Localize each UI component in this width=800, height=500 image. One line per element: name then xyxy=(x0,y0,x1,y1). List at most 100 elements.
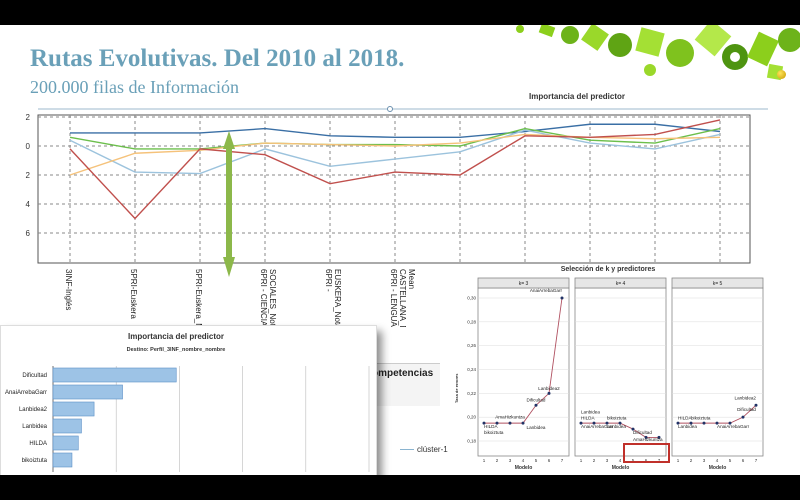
x-tick-label: 6PRI - LENGUA xyxy=(389,269,398,327)
selection-ylabel: Tasa de errores xyxy=(454,373,459,403)
importance-bar-chart: Importancia del predictor Destino: Perfi… xyxy=(5,332,370,472)
error-point xyxy=(560,296,564,300)
x-tick-label: 4 xyxy=(619,458,622,463)
facet-panel xyxy=(671,287,764,457)
error-point xyxy=(741,415,745,419)
x-tick-label: 2 xyxy=(496,458,499,463)
x-tick-label: 3 xyxy=(703,458,706,463)
decorative-shapes-icon xyxy=(516,25,800,81)
x-axis-label: Modelo xyxy=(709,465,727,471)
facet-label: k= 3 xyxy=(519,281,529,287)
point-label: Lanbidea xyxy=(527,425,546,430)
error-point xyxy=(702,421,706,425)
x-tick-label: 5PRI-Euskera xyxy=(129,269,138,319)
x-axis-label: Modelo xyxy=(612,465,630,471)
facet-label: k= 5 xyxy=(713,281,723,287)
x-tick-label: SOCIALES_Nota_bali xyxy=(268,269,277,327)
x-tick-label: Mean xyxy=(407,269,416,289)
x-tick-label: 4 xyxy=(716,458,719,463)
x-tick-label: 1 xyxy=(483,458,486,463)
x-tick-label: 6 xyxy=(548,458,551,463)
importance-panel[interactable]: Importancia del predictor Destino: Perfi… xyxy=(0,325,377,475)
y-tick-label: 0,22 xyxy=(467,391,476,396)
x-tick-label: 1 xyxy=(677,458,680,463)
category-label: Lanbidea xyxy=(22,424,47,430)
importance-bar xyxy=(52,418,82,434)
selection-chart: Selección de k y predictores Tasa de err… xyxy=(454,266,764,471)
x-tick-label: 5PRI-Euskera_Músic xyxy=(194,269,203,327)
point-label: Lanbidea xyxy=(607,424,626,429)
point-label: bikoiztuta xyxy=(607,416,627,421)
slider-handle[interactable] xyxy=(387,106,393,112)
y-tick-label: 0,28 xyxy=(467,319,476,324)
facet-panel xyxy=(574,287,667,457)
importance-title: Importancia del predictor xyxy=(128,332,224,341)
importance-bar xyxy=(52,452,73,468)
y-tick-label: 0,26 xyxy=(467,343,476,348)
y-tick-label: 0,30 xyxy=(467,296,476,301)
x-tick-label: 5 xyxy=(729,458,732,463)
point-label: Dificultad xyxy=(527,398,546,403)
y-tick-label: 4 xyxy=(26,200,31,209)
point-label: Dificultad xyxy=(633,430,652,435)
y-tick-label: 2 xyxy=(26,171,31,180)
error-point xyxy=(534,403,538,407)
point-label: AnaiArrebaGarr xyxy=(530,288,563,293)
x-tick-label: 7 xyxy=(755,458,758,463)
category-label: AnaiArrebaGarr xyxy=(5,390,47,396)
x-tick-label: 1 xyxy=(580,458,583,463)
x-tick-label: 3 xyxy=(509,458,512,463)
competencias-text: ompetencias xyxy=(372,368,434,379)
error-point xyxy=(547,391,551,395)
point-label: Lanbidea2 xyxy=(538,386,560,391)
cluster-label: clúster-1 xyxy=(417,445,448,454)
importance-subtitle: Destino: Perfil_3INF_nombre_nombre xyxy=(127,347,226,353)
x-tick-label: 5 xyxy=(535,458,538,463)
point-label: Lanbidea xyxy=(678,424,697,429)
bullet-icon xyxy=(777,70,786,79)
error-point xyxy=(508,421,512,425)
x-tick-label: CASTELLANA_Nota_balila xyxy=(398,269,407,327)
point-label: bikoiztuta xyxy=(484,430,504,435)
error-point xyxy=(521,421,525,425)
y-tick-label: 0,18 xyxy=(467,439,476,444)
x-tick-label: 2 xyxy=(593,458,596,463)
x-tick-label: EUSKERA_Nota_bali xyxy=(333,269,342,327)
point-label: AnaiArrebaGarr xyxy=(717,424,750,429)
slide: Rutas Evolutivas. Del 2010 al 2018. 200.… xyxy=(0,25,800,475)
point-label: HILDA xyxy=(484,424,498,429)
point-label: AmaHizkuntza xyxy=(633,437,663,442)
x-tick-label: 6 xyxy=(742,458,745,463)
x-tick-label: 2 xyxy=(690,458,693,463)
importance-bar xyxy=(52,384,123,400)
point-label: AmaHizkuntza xyxy=(495,414,525,419)
y-tick-label: 2 xyxy=(26,113,31,122)
x-tick-label: 3 xyxy=(606,458,609,463)
category-label: bikoiztuta xyxy=(22,458,48,464)
top-chart-title: Importancia del predictor xyxy=(529,92,625,101)
x-tick-label: 6PRI - CIENCIAS xyxy=(259,269,268,327)
competencias-fragment: ompetencias xyxy=(372,363,440,406)
point-label: Lanbidea xyxy=(581,410,600,415)
category-label: Dificultad xyxy=(22,373,47,379)
y-tick-label: 0,20 xyxy=(467,415,476,420)
y-tick-label: 6 xyxy=(26,229,31,238)
x-axis-label: Modelo xyxy=(515,465,533,471)
importance-bar xyxy=(52,401,95,417)
category-label: Lanbidea2 xyxy=(19,407,48,413)
point-label: HILDA xyxy=(581,416,595,421)
y-tick-label: 0,24 xyxy=(467,367,476,372)
x-tick-label: 3INF-Inglés xyxy=(64,269,73,310)
selection-title: Selección de k y predictores xyxy=(561,266,656,273)
category-label: HILDA xyxy=(29,441,47,447)
x-tick-label: 6PRI - xyxy=(324,269,333,292)
importance-bar xyxy=(52,435,79,451)
point-label: Lanbidea2 xyxy=(735,395,757,400)
point-label: Dificultad xyxy=(737,407,756,412)
slide-title: Rutas Evolutivas. Del 2010 al 2018. xyxy=(30,45,405,72)
point-label: bikoiztuta xyxy=(691,416,711,421)
facet-label: k= 4 xyxy=(616,281,626,287)
importance-bar xyxy=(52,367,177,383)
cluster-legend: clúster-1 xyxy=(400,445,448,454)
x-tick-label: 7 xyxy=(561,458,564,463)
